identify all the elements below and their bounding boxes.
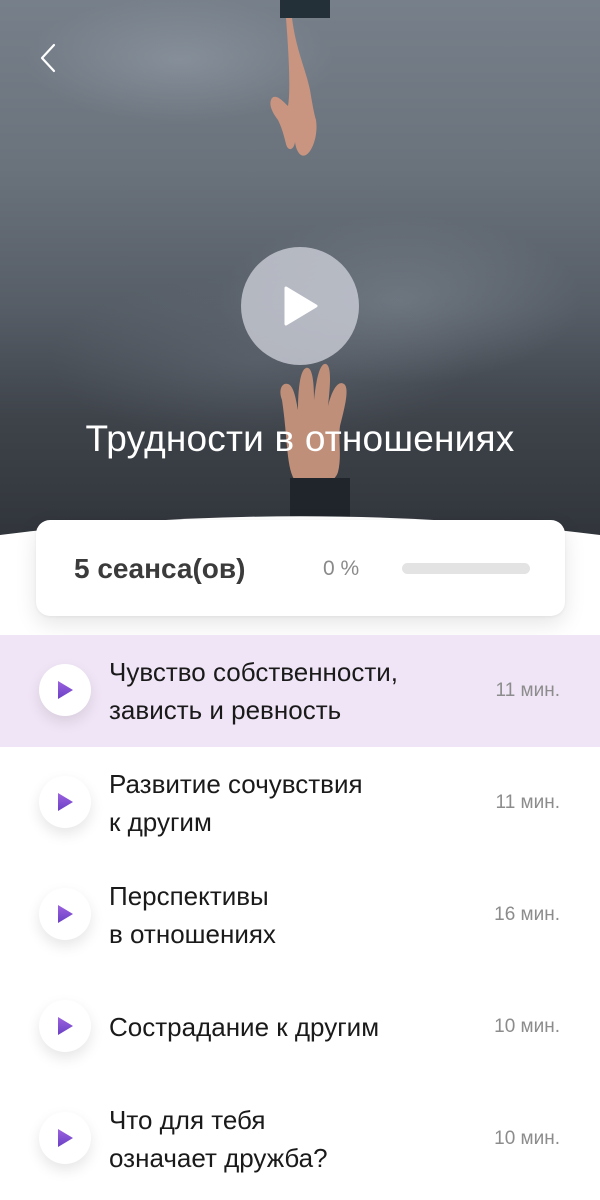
- chevron-left-icon: [40, 43, 56, 73]
- reaching-hand-top-image: [270, 0, 330, 156]
- session-row[interactable]: Развитие сочувствия к другим 11 мин.: [0, 747, 600, 859]
- session-title-line: Чувство собственности,: [109, 657, 399, 687]
- back-button[interactable]: [30, 38, 66, 78]
- session-row[interactable]: Перспективы в отношениях 16 мин.: [0, 859, 600, 971]
- session-title: Что для тебя означает дружба?: [109, 1083, 469, 1195]
- session-count-label: 5 сеанса(ов): [74, 553, 246, 584]
- session-title-line: Развитие сочувствия: [109, 769, 363, 799]
- session-duration: 11 мин.: [495, 680, 560, 701]
- session-title: Чувство собственности, зависть и ревност…: [109, 635, 469, 747]
- play-icon: [58, 681, 73, 699]
- session-duration: 11 мин.: [495, 792, 560, 813]
- session-list: Чувство собственности, зависть и ревност…: [0, 635, 600, 1195]
- progress-bar: [402, 563, 530, 574]
- session-title-line: Что для тебя: [109, 1105, 266, 1135]
- session-title: Перспективы в отношениях: [109, 859, 469, 971]
- session-title-line: означает дружба?: [109, 1143, 328, 1173]
- session-title-line: Перспективы: [109, 881, 269, 911]
- session-duration: 16 мин.: [494, 904, 560, 925]
- session-row[interactable]: Сострадание к другим 10 мин.: [0, 971, 600, 1083]
- session-title-line: Сострадание к другим: [109, 1012, 380, 1042]
- session-title-line: к другим: [109, 807, 212, 837]
- session-title: Развитие сочувствия к другим: [109, 747, 469, 859]
- session-duration: 10 мин.: [494, 1016, 560, 1037]
- session-row[interactable]: Что для тебя означает дружба? 10 мин.: [0, 1083, 600, 1195]
- session-title-line: в отношениях: [109, 919, 276, 949]
- session-play-button[interactable]: [39, 664, 91, 716]
- session-duration: 10 мин.: [494, 1128, 560, 1149]
- play-icon: [284, 286, 318, 326]
- play-icon: [58, 1017, 73, 1035]
- play-icon: [58, 1129, 73, 1147]
- progress-percent: 0 %: [323, 557, 360, 580]
- session-row[interactable]: Чувство собственности, зависть и ревност…: [0, 635, 600, 747]
- play-icon: [58, 793, 73, 811]
- hero-banner: Трудности в отношениях: [0, 0, 600, 560]
- play-button[interactable]: [241, 247, 359, 365]
- session-title-line: зависть и ревность: [109, 695, 342, 725]
- progress-summary-card: 5 сеанса(ов) 0 %: [36, 520, 565, 616]
- session-play-button[interactable]: [39, 1112, 91, 1164]
- play-icon: [58, 905, 73, 923]
- session-play-button[interactable]: [39, 1000, 91, 1052]
- session-play-button[interactable]: [39, 776, 91, 828]
- session-title: Сострадание к другим: [109, 971, 469, 1083]
- course-title: Трудности в отношениях: [85, 418, 515, 459]
- session-play-button[interactable]: [39, 888, 91, 940]
